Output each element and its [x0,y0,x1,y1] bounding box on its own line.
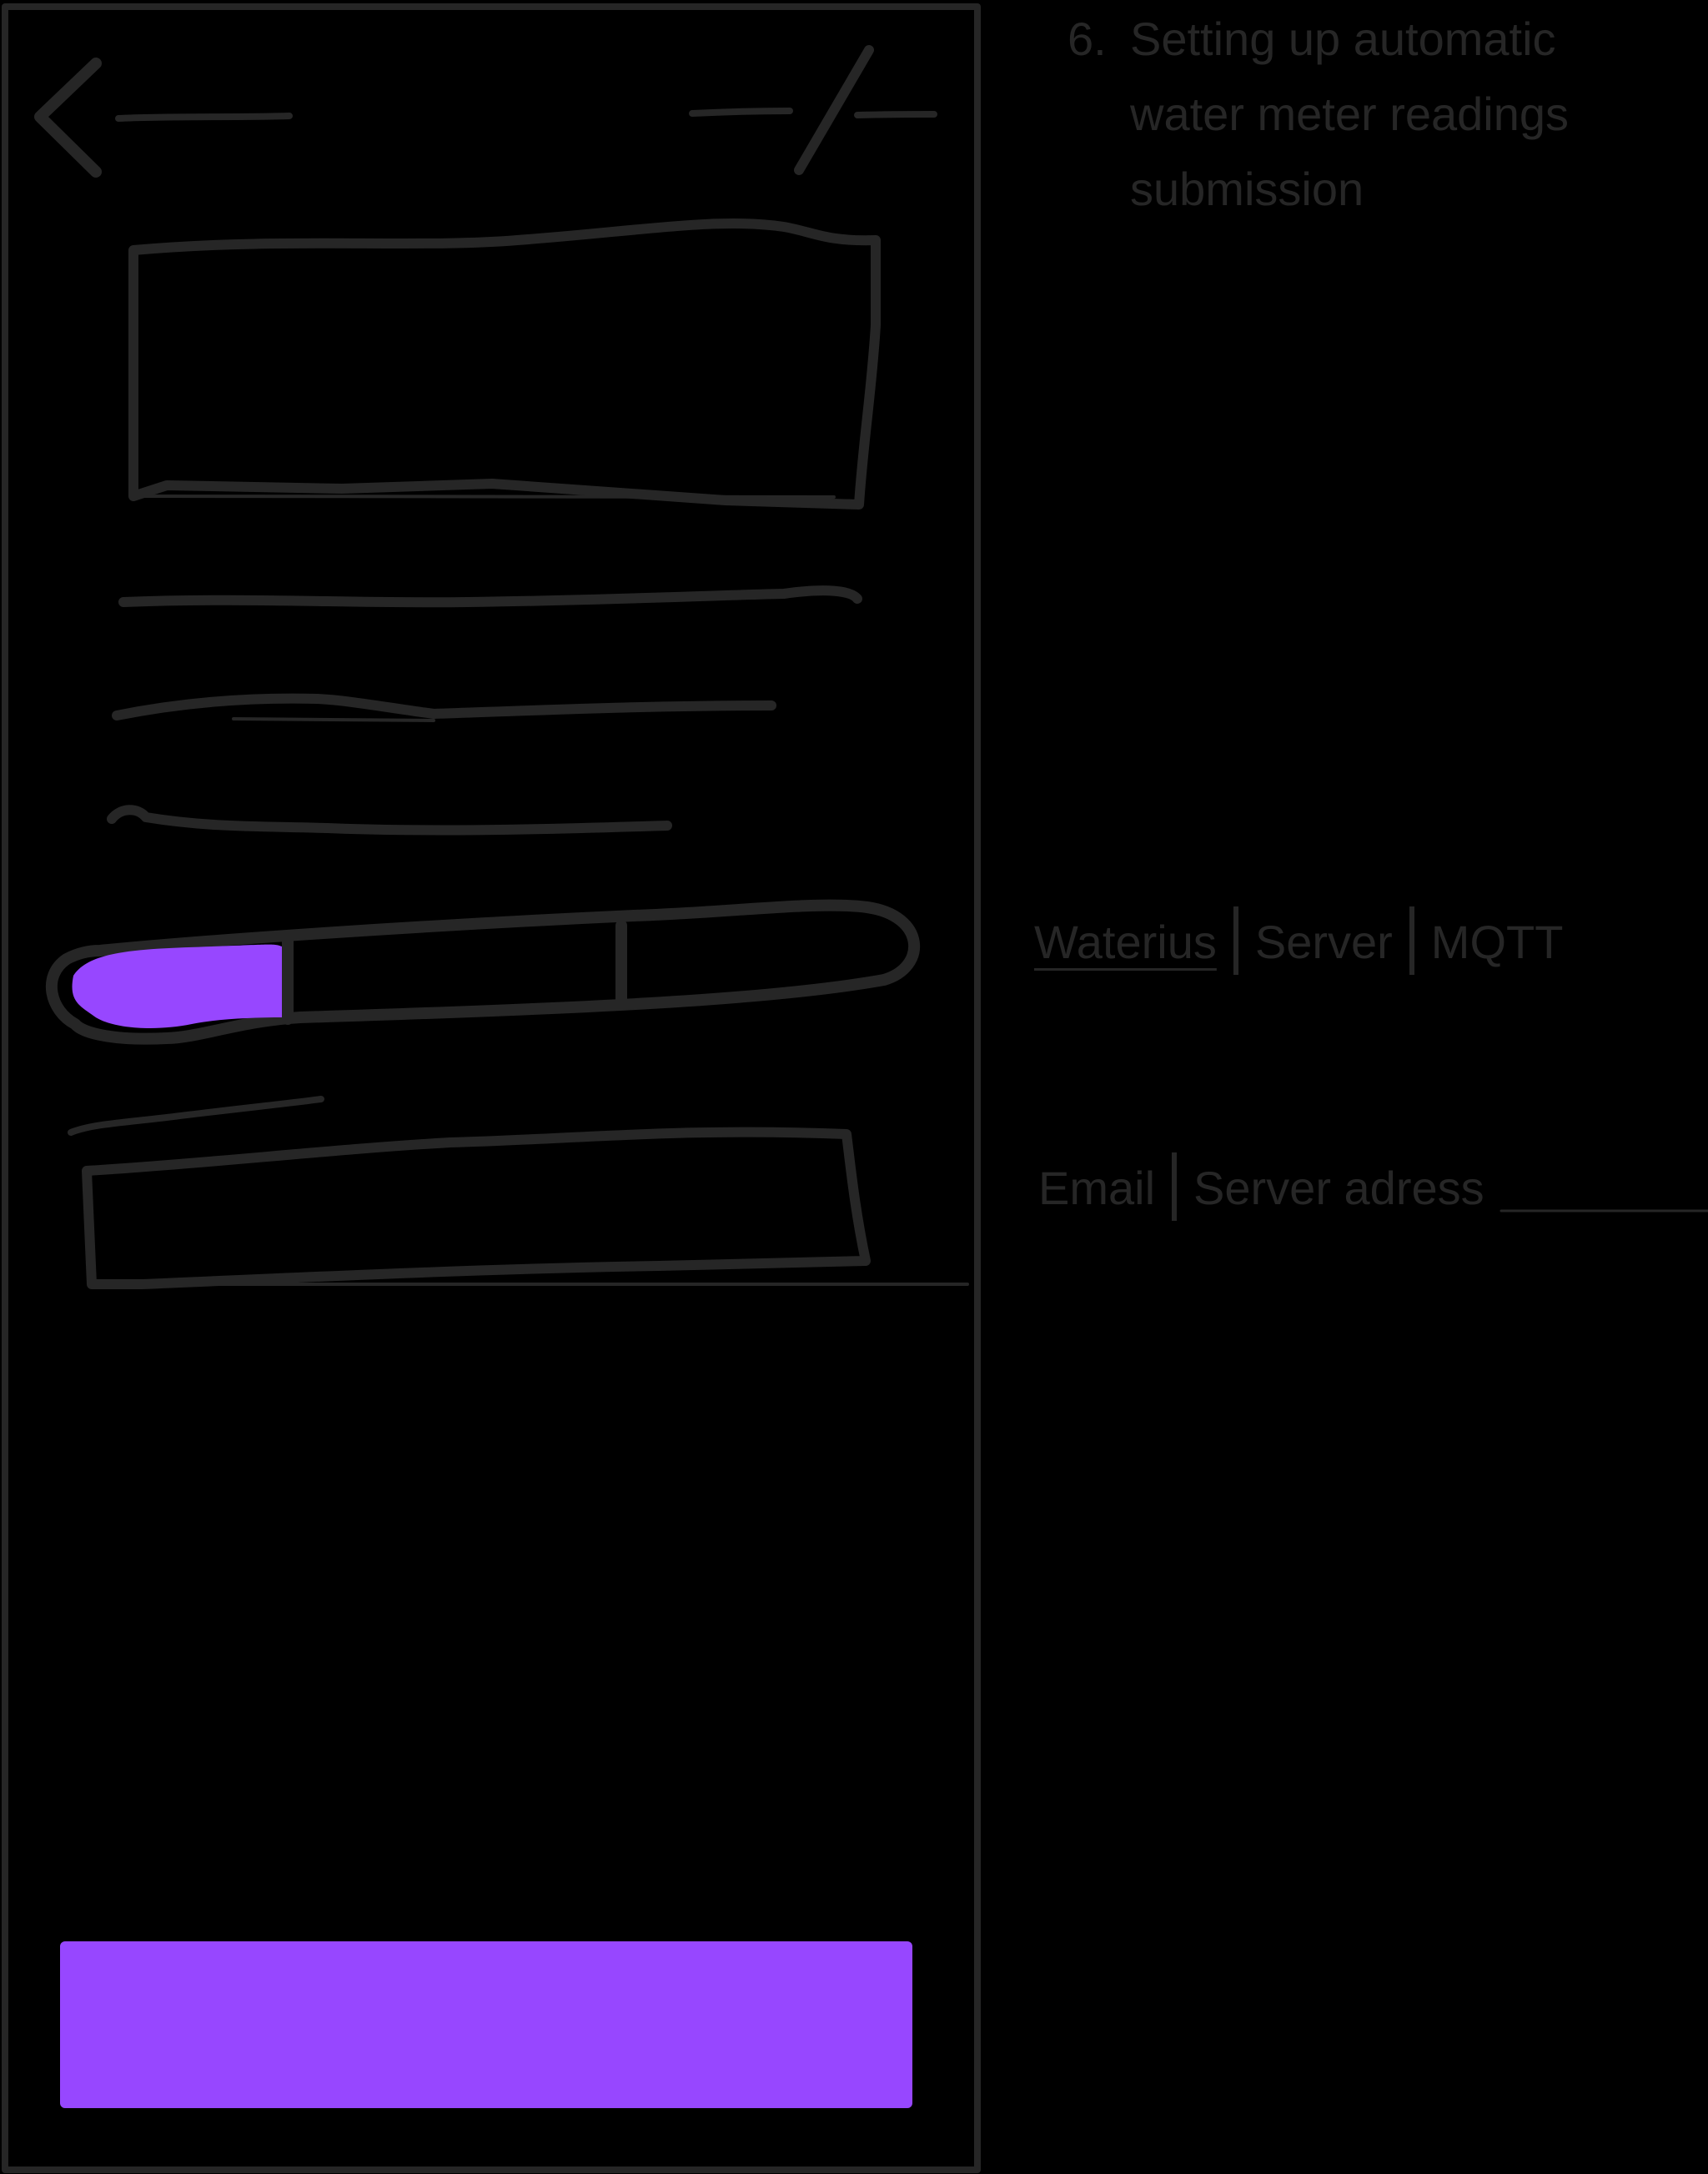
step-title-line: water meter readings [1130,88,1570,140]
step-title-line: Setting up automatic [1130,13,1556,65]
step-title: 6. Setting up automatic water meter readin… [1068,2,1569,227]
step-title-lines: Setting up automatic water meter readings… [1130,2,1569,227]
phone-wireframe-sketch [2,3,1708,2173]
separator [1233,906,1238,976]
field-label-placeholder [68,1096,324,1136]
phone-frame [2,3,981,2173]
source-options-annotation: Waterius Server MQTT [1034,905,1563,980]
step-title-line: submission [1130,163,1364,215]
step-number: 6. [1068,13,1107,65]
segment-waterius-selected[interactable] [72,944,284,1028]
header-title-placeholder [115,113,293,122]
option-server-adress: Server adress [1193,1162,1484,1214]
option-server: Server [1254,916,1393,968]
option-waterius: Waterius [1034,916,1217,968]
option-email: Email [1038,1162,1156,1214]
back-icon[interactable] [34,58,102,178]
text-line-placeholder [107,805,672,836]
text-line-placeholder [118,585,862,608]
address-input[interactable] [82,1127,871,1289]
image-placeholder [128,218,881,510]
text-line-placeholder [112,693,776,720]
option-mqtt: MQTT [1430,916,1564,968]
source-segmented-control[interactable] [46,899,920,1045]
submit-button[interactable] [60,1941,912,2108]
step-counter [689,45,937,175]
delivery-options-annotation: Email Server adress [1038,1151,1484,1226]
separator [1409,906,1414,976]
separator [1172,1152,1178,1222]
